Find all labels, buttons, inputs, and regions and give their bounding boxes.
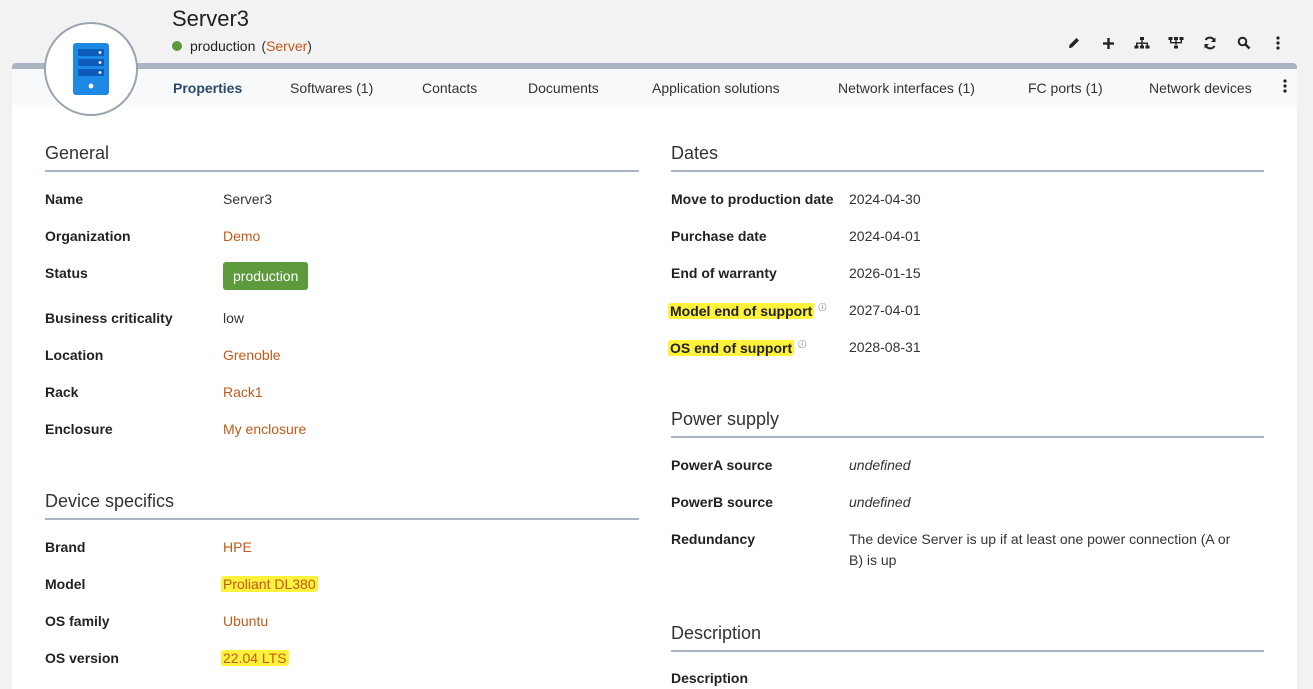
- end-of-warranty-label: End of warranty: [671, 265, 777, 281]
- powerb-source-label: PowerB source: [671, 494, 773, 510]
- os-version-label: OS version: [45, 650, 119, 666]
- brand-label: Brand: [45, 539, 86, 555]
- power-supply-divider: [671, 436, 1264, 438]
- business-criticality-label: Business criticality: [45, 310, 173, 326]
- redundancy-value-line1: The device Server is up if at least one …: [849, 531, 1231, 547]
- description-section-title: Description: [671, 623, 762, 643]
- redundancy-value-line2: B) is up: [849, 552, 897, 568]
- object-toolbar: [1057, 33, 1295, 53]
- model-end-of-support-value: 2027-04-01: [849, 302, 921, 318]
- end-of-warranty-value: 2026-01-15: [849, 265, 921, 281]
- server-icon: [73, 43, 109, 95]
- move-to-production-value: 2024-04-30: [849, 191, 921, 207]
- tab-contacts[interactable]: Contacts: [422, 80, 477, 96]
- powera-source-value: undefined: [849, 457, 911, 473]
- class-link[interactable]: Server: [266, 38, 307, 54]
- object-details-panel: Properties Softwares (1) Contacts Docume…: [12, 63, 1297, 689]
- model-label: Model: [45, 576, 86, 592]
- pencil-icon[interactable]: [1057, 33, 1091, 53]
- refresh-icon[interactable]: [1193, 33, 1227, 53]
- power-supply-section-title: Power supply: [671, 409, 780, 429]
- info-icon[interactable]: ⓘ: [818, 303, 826, 312]
- status-text: production: [190, 38, 256, 54]
- move-to-production-label: Move to production date: [671, 191, 834, 207]
- model-end-of-support-label: Model end of support ⓘ: [668, 302, 827, 319]
- description-divider: [671, 650, 1264, 652]
- tab-application-solutions[interactable]: Application solutions: [652, 80, 780, 96]
- tab-fc-ports[interactable]: FC ports (1): [1028, 80, 1103, 96]
- model-link[interactable]: Proliant DL380: [221, 576, 318, 592]
- powera-source-label: PowerA source: [671, 457, 773, 473]
- sitemap-icon[interactable]: [1125, 33, 1159, 53]
- name-value: Server3: [223, 191, 273, 207]
- page-title: Server3: [172, 6, 250, 31]
- powerb-source-value: undefined: [849, 494, 911, 510]
- tab-network-devices[interactable]: Network devices: [1149, 80, 1252, 96]
- name-label: Name: [45, 191, 84, 207]
- location-link[interactable]: Grenoble: [223, 347, 281, 363]
- device-specifics-section-title: Device specifics: [45, 491, 175, 511]
- purchase-date-label: Purchase date: [671, 228, 767, 244]
- info-icon[interactable]: ⓘ: [798, 340, 806, 349]
- purchase-date-value: 2024-04-01: [849, 228, 921, 244]
- organization-link[interactable]: Demo: [223, 228, 260, 244]
- more-vertical-icon[interactable]: [1261, 33, 1295, 53]
- business-criticality-value: low: [223, 310, 245, 326]
- enclosure-link[interactable]: My enclosure: [223, 421, 306, 437]
- status-line: production (Server): [172, 38, 312, 54]
- tab-bar: Properties Softwares (1) Contacts Docume…: [12, 69, 1297, 105]
- rack-label: Rack: [45, 384, 79, 400]
- organization-label: Organization: [45, 228, 131, 244]
- search-icon[interactable]: [1227, 33, 1261, 53]
- class-label: (Server): [261, 38, 312, 54]
- status-label: Status: [45, 265, 88, 281]
- tabs-more-icon[interactable]: [1283, 79, 1287, 98]
- dates-section-title: Dates: [671, 143, 719, 163]
- general-divider: [45, 170, 639, 172]
- plus-icon[interactable]: [1091, 33, 1125, 53]
- status-badge: production: [223, 262, 309, 290]
- os-family-label: OS family: [45, 613, 110, 629]
- redundancy-label: Redundancy: [671, 531, 756, 547]
- network-icon[interactable]: [1159, 33, 1193, 53]
- os-end-of-support-value: 2028-08-31: [849, 339, 921, 355]
- brand-link[interactable]: HPE: [223, 539, 252, 555]
- location-label: Location: [45, 347, 104, 363]
- server-avatar: [44, 22, 138, 116]
- tab-documents[interactable]: Documents: [528, 80, 599, 96]
- os-family-link[interactable]: Ubuntu: [223, 613, 268, 629]
- dates-divider: [671, 170, 1264, 172]
- rack-link[interactable]: Rack1: [223, 384, 263, 400]
- enclosure-label: Enclosure: [45, 421, 113, 437]
- os-version-link[interactable]: 22.04 LTS: [221, 650, 289, 666]
- object-header: Server3 production (Server): [0, 0, 1313, 64]
- os-end-of-support-label: OS end of support ⓘ: [668, 339, 807, 356]
- device-specifics-divider: [45, 518, 639, 520]
- description-label: Description: [671, 670, 749, 686]
- tab-softwares[interactable]: Softwares (1): [290, 80, 373, 96]
- tab-network-interfaces[interactable]: Network interfaces (1): [838, 80, 975, 96]
- general-section-title: General: [45, 143, 110, 163]
- tab-properties[interactable]: Properties: [173, 80, 242, 96]
- status-dot-icon: [172, 41, 182, 51]
